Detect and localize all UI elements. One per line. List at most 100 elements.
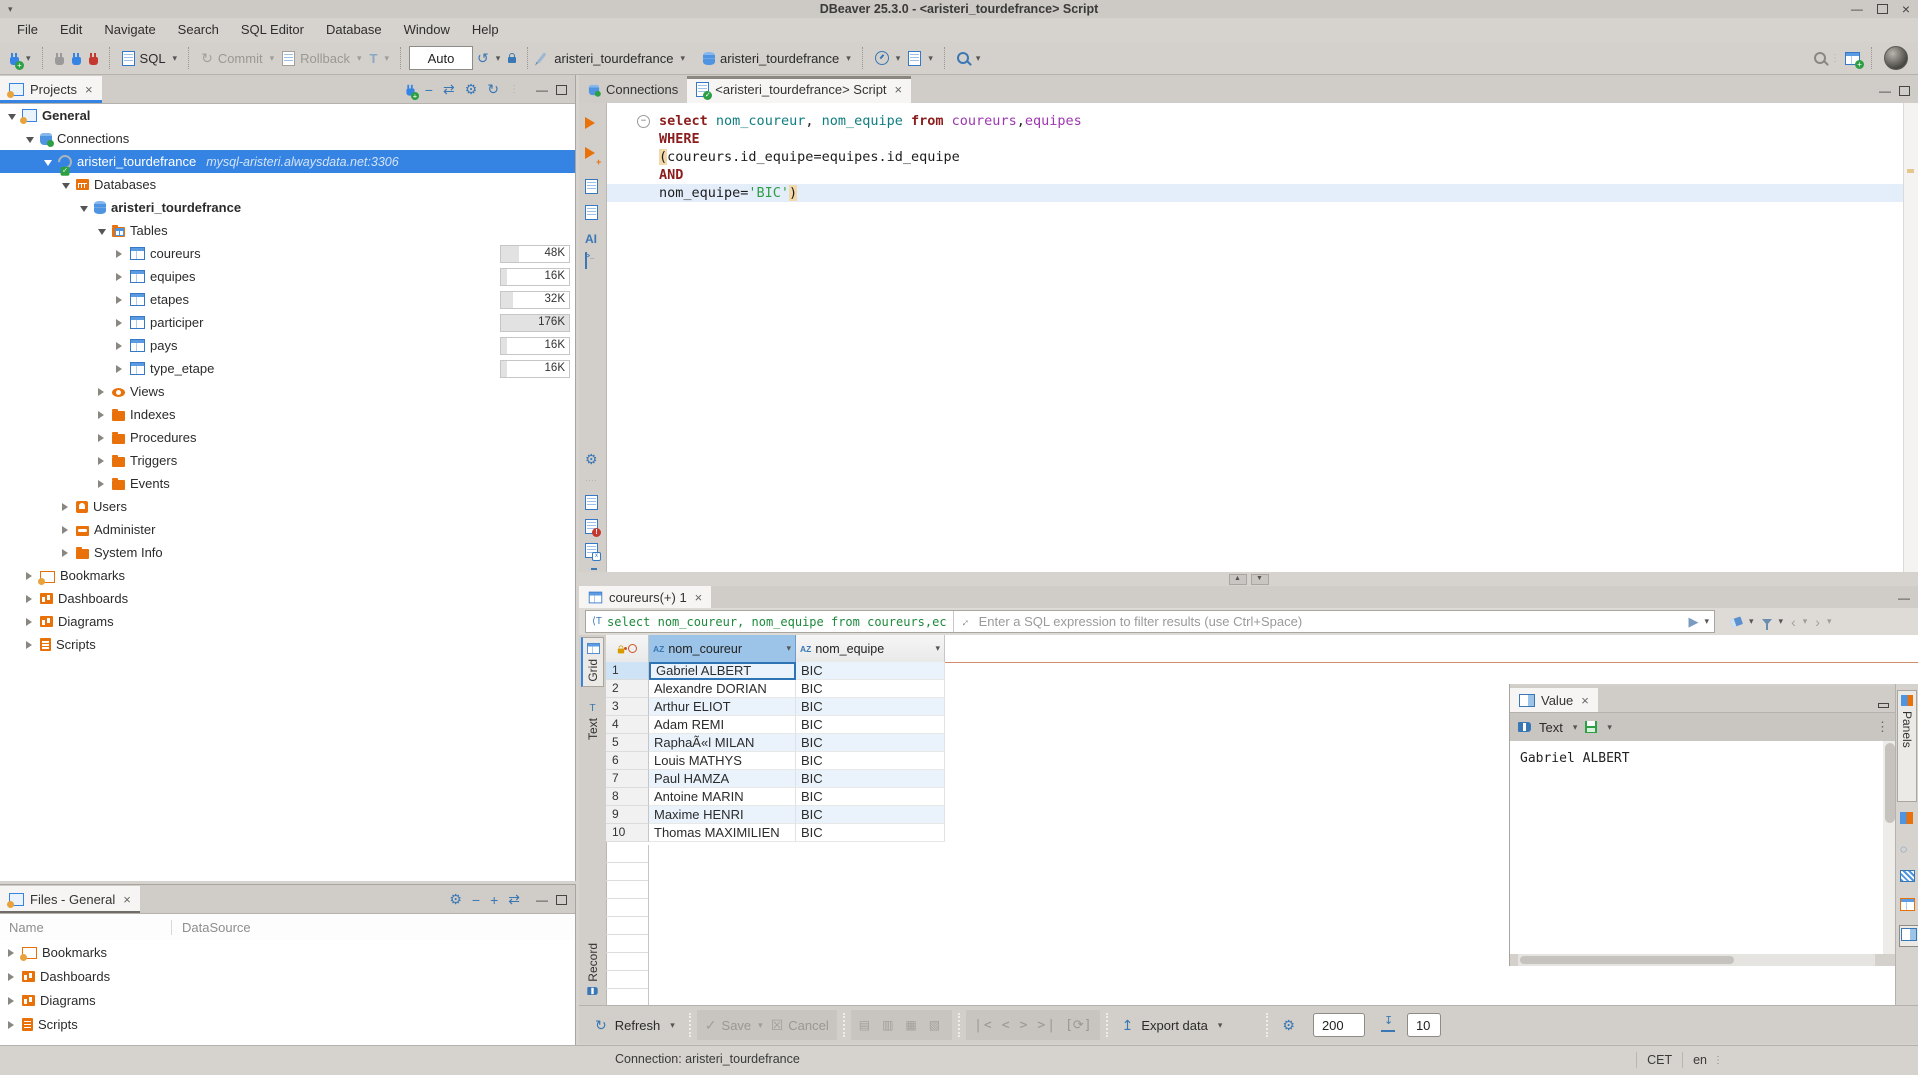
close-icon[interactable]: × [85,82,93,97]
cell-nom-equipe[interactable]: BIC [796,806,945,824]
editor-settings-icon[interactable]: ⚙ [585,451,598,467]
transaction-history-button[interactable]: ↺▾ [473,47,504,70]
calc-panel-icon[interactable] [1900,812,1913,827]
references-panel-icon[interactable]: ◌ [1900,842,1907,856]
chevron-right-icon[interactable] [98,430,112,445]
cell-nom-equipe[interactable]: BIC [796,770,945,788]
files-item-bookmarks[interactable]: Bookmarks [0,940,575,964]
cell-nom-equipe[interactable]: BIC [796,698,945,716]
expand-filter-icon[interactable]: ↔ [952,610,975,633]
close-icon[interactable]: × [695,590,703,605]
tree-item-participer[interactable]: participer176K [0,311,575,334]
menu-file[interactable]: File [6,18,49,42]
lock-button[interactable] [504,50,520,66]
cell-nom-equipe[interactable]: BIC [796,752,945,770]
minimize-icon[interactable]: — [1851,1,1863,17]
collapse-down-icon[interactable]: ▼ [1251,574,1269,585]
reconnect-button[interactable] [68,49,85,68]
editor-results-sash[interactable]: ▲ ▼ [579,572,1918,586]
refresh-icon[interactable]: ↻ [487,81,499,98]
expand-all-icon[interactable]: + [490,892,498,908]
filter-input[interactable]: ⟨T select nom_coureur, nom_equipe from c… [585,610,1715,633]
filter-dropdown-icon[interactable]: ▾ [1704,616,1709,627]
cell-nom-coureur[interactable]: Maxime HENRI [649,806,796,824]
tree-item-events[interactable]: Events [0,472,575,495]
tree-item-administer[interactable]: Administer [0,518,575,541]
cell-nom-coureur[interactable]: Thomas MAXIMILIEN [649,824,796,842]
export-data-button[interactable]: ↥ Export data ▾ [1114,1010,1231,1040]
tree-item-triggers[interactable]: Triggers [0,449,575,472]
chevron-right-icon[interactable] [116,315,130,330]
cell-nom-coureur[interactable]: Alexandre DORIAN [649,680,796,698]
column-header-nom-coureur[interactable]: AZ nom_coureur ▾ [649,635,796,662]
value-content[interactable]: Gabriel ALBERT [1510,741,1883,954]
previous-row-icon[interactable]: < [1002,1018,1012,1033]
tree-item-dashboards[interactable]: Dashboards [0,587,575,610]
chevron-right-icon[interactable] [62,499,76,514]
delete-row-icon[interactable]: ▧ [929,1018,944,1032]
tree-item-general[interactable]: General [0,104,575,127]
collapse-all-icon[interactable]: − [472,892,480,908]
tree-item-views[interactable]: Views [0,380,575,403]
maximize-icon[interactable] [1877,4,1888,14]
preview-panel-icon[interactable] [1900,870,1915,885]
column-datasource[interactable]: DataSource [172,920,251,935]
apply-filter-icon[interactable]: ▶ [1688,614,1698,630]
chevron-right-icon[interactable] [116,292,130,307]
execute-statement-button[interactable] [585,117,595,129]
script-errors-button[interactable] [585,519,598,534]
chevron-down-icon[interactable] [62,177,76,192]
chevron-right-icon[interactable] [116,361,130,376]
status-language[interactable]: en [1693,1053,1707,1067]
chevron-right-icon[interactable] [62,545,76,560]
chevron-right-icon[interactable] [62,522,76,537]
chevron-right-icon[interactable] [8,993,22,1008]
tree-item-type-etape[interactable]: type_etape16K [0,357,575,380]
column-header-nom-equipe[interactable]: AZ nom_equipe ▾ [796,635,945,662]
settings-icon[interactable]: ⚙ [465,81,478,98]
duplicate-row-icon[interactable]: ▦ [905,1018,920,1032]
chevron-right-icon[interactable] [116,338,130,353]
commit-mode-select[interactable]: Auto [409,46,473,70]
save-dropdown-icon[interactable]: ▾ [1607,722,1612,733]
tree-item-tables[interactable]: Tables [0,219,575,242]
status-timezone[interactable]: CET [1647,1053,1672,1067]
chevron-down-icon[interactable] [98,223,112,238]
collapse-up-icon[interactable]: ▲ [1229,574,1247,585]
link-editor-icon[interactable]: ⇄ [443,81,455,98]
tab-value[interactable]: Value × [1510,688,1598,712]
status-more-icon[interactable]: ⋮ [1713,1055,1723,1066]
chevron-down-icon[interactable] [26,131,40,146]
row-number[interactable]: 9 [606,806,649,824]
table-row[interactable]: 1Gabriel ALBERTBIC [606,662,1918,680]
explain-plan-button[interactable] [585,205,598,220]
overview-ruler[interactable] [1903,103,1918,572]
cell-nom-coureur[interactable]: Antoine MARIN [649,788,796,806]
commit-button[interactable]: ↻Commit▾ [197,47,278,70]
chevron-right-icon[interactable] [98,407,112,422]
tree-item-procedures[interactable]: Procedures [0,426,575,449]
last-row-icon[interactable]: >| [1037,1018,1057,1033]
filter-history-forward-button[interactable]: ›▾ [1811,611,1835,633]
minimize-view-icon[interactable]: — [536,83,548,97]
menu-help[interactable]: Help [461,18,510,42]
open-perspective-button[interactable] [1841,49,1864,68]
close-icon[interactable]: × [123,892,131,907]
row-number[interactable]: 8 [606,788,649,806]
connect-button[interactable] [51,49,68,68]
row-number[interactable]: 3 [606,698,649,716]
tab-script[interactable]: <aristeri_tourdefrance> Script × [687,76,911,103]
row-number[interactable]: 5 [606,734,649,752]
files-item-diagrams[interactable]: Diagrams [0,988,575,1012]
close-icon[interactable]: × [1902,1,1910,17]
database-selector[interactable]: aristeri_tourdefrance▾ [699,48,855,69]
fetch-size-input[interactable]: 200 [1313,1013,1365,1037]
menu-sql-editor[interactable]: SQL Editor [230,18,315,42]
tree-item-bookmarks[interactable]: Bookmarks [0,564,575,587]
code-line[interactable]: −select nom_coureur, nom_equipe from cou… [607,112,1904,130]
save-value-icon[interactable] [1585,721,1597,733]
chevron-right-icon[interactable] [26,637,40,652]
sql-code-area[interactable]: −select nom_coureur, nom_equipe from cou… [607,103,1904,572]
cell-nom-coureur[interactable]: Arthur ELIOT [649,698,796,716]
dashboard-button[interactable]: ▾ [871,48,905,68]
